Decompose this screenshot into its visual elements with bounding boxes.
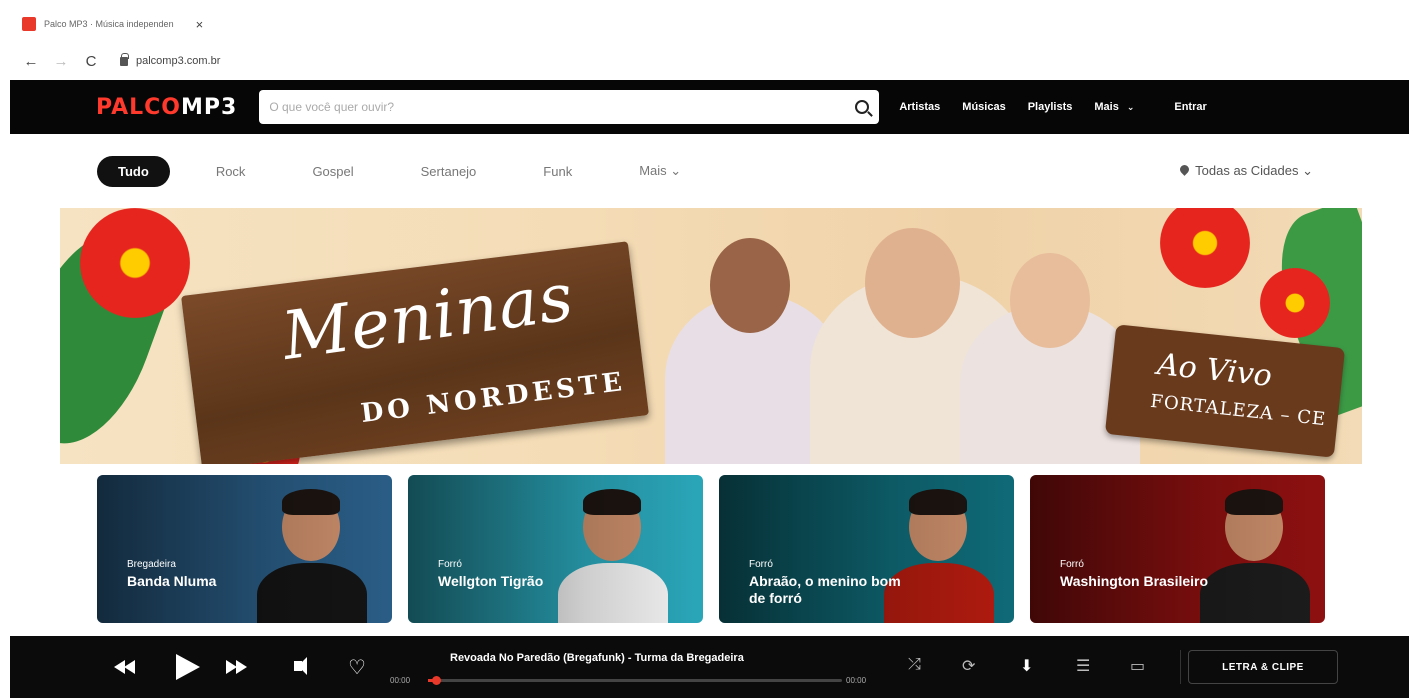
live-tag [1104, 324, 1346, 458]
card-genre: Forró [1060, 559, 1084, 570]
genre-pill-all[interactable]: Tudo [97, 155, 170, 187]
volume-icon[interactable] [294, 657, 307, 675]
heart-icon[interactable]: ♡ [348, 655, 366, 680]
divider [1180, 650, 1181, 684]
previous-track-icon[interactable] [114, 660, 136, 674]
card-overlay [1030, 475, 1325, 623]
card-title: Abraão, o menino bom de forró [749, 573, 901, 606]
singer-image [710, 238, 790, 333]
nav-more[interactable]: Mais ⌄ [1094, 101, 1134, 113]
palco-favicon-icon [22, 17, 36, 31]
lyrics-clip-button[interactable]: LETRA & CLIPE [1188, 650, 1338, 684]
nav-playlists[interactable]: Playlists [1028, 101, 1073, 113]
flower-decoration [1160, 208, 1250, 288]
card-genre: Forró [749, 559, 773, 570]
flower-decoration [80, 208, 190, 318]
artist-cards: Bregadeira Banda Nluma Forró Wellgton Ti… [97, 475, 1325, 623]
genre-pill-funk[interactable]: Funk [522, 156, 593, 187]
tab-title: Palco MP3 · Música independen [44, 19, 174, 29]
genre-pill-sertanejo[interactable]: Sertanejo [400, 156, 498, 187]
artist-card[interactable]: Bregadeira Banda Nluma [97, 475, 392, 623]
url-field[interactable]: palcomp3.com.br [120, 52, 221, 67]
card-title: Banda Nluma [127, 573, 217, 589]
card-title: Wellgton Tigrão [438, 573, 544, 589]
search-box [259, 90, 880, 124]
time-total: 00:00 [846, 676, 867, 685]
city-label: Todas as Cidades ⌄ [1195, 163, 1313, 178]
nav-songs[interactable]: Músicas [962, 101, 1005, 113]
main-nav: Artistas Músicas Playlists Mais ⌄ [899, 101, 1134, 113]
artist-card[interactable]: Forró Washington Brasileiro [1030, 475, 1325, 623]
url-text: palcomp3.com.br [136, 55, 221, 67]
download-icon[interactable]: ⬇ [1020, 656, 1033, 676]
card-title: Washington Brasileiro [1060, 573, 1209, 589]
genre-filter: Tudo Rock Gospel Sertanejo Funk Mais ⌄ [97, 154, 727, 188]
repeat-icon[interactable]: ⟳ [962, 656, 975, 676]
forward-icon[interactable]: → [46, 53, 76, 70]
play-icon[interactable] [176, 654, 200, 680]
back-icon[interactable]: ← [16, 53, 46, 70]
lock-icon [120, 52, 129, 66]
cast-icon[interactable]: ▭ [1130, 656, 1145, 676]
address-bar: ← → C palcomp3.com.br [0, 44, 1409, 78]
card-genre: Forró [438, 559, 462, 570]
singer-image [865, 228, 960, 338]
logo-mp3-text: MP3 [181, 94, 238, 120]
featured-banner[interactable]: Meninas DO NORDESTE Ao Vivo FORTALEZA – … [60, 208, 1362, 464]
genre-pill-gospel[interactable]: Gospel [291, 156, 374, 187]
search-input[interactable] [269, 100, 856, 114]
location-pin-icon [1180, 165, 1189, 177]
genre-pill-more[interactable]: Mais ⌄ [618, 155, 702, 187]
city-selector[interactable]: Todas as Cidades ⌄ [1180, 163, 1313, 179]
palco-mp3-logo[interactable]: PALCOMP3 [96, 95, 237, 120]
tab-close-icon[interactable]: × [196, 17, 204, 32]
chevron-down-icon: ⌄ [1126, 102, 1135, 112]
artist-card[interactable]: Forró Abraão, o menino bom de forró [719, 475, 1014, 623]
singer-image [1010, 253, 1090, 348]
card-overlay [408, 475, 703, 623]
login-link[interactable]: Entrar [1174, 101, 1206, 113]
progress-bar[interactable] [428, 676, 842, 685]
card-genre: Bregadeira [127, 559, 176, 570]
nav-more-label: Mais [1094, 101, 1119, 113]
shuffle-icon[interactable]: ⤮ [908, 656, 921, 674]
flower-decoration [1260, 268, 1330, 338]
artist-card[interactable]: Forró Wellgton Tigrão [408, 475, 703, 623]
reload-icon[interactable]: C [76, 53, 106, 70]
next-track-icon[interactable] [226, 660, 248, 674]
nav-artists[interactable]: Artistas [899, 101, 940, 113]
card-overlay [97, 475, 392, 623]
search-icon[interactable] [855, 100, 870, 114]
progress-handle[interactable] [432, 676, 442, 685]
queue-icon[interactable]: ☰ [1076, 656, 1090, 676]
logo-palco-text: PALCO [96, 94, 181, 120]
browser-tab[interactable]: Palco MP3 · Música independen × [22, 12, 203, 36]
time-current: 00:00 [390, 676, 411, 685]
player-bar: ♡ Revoada No Paredão (Bregafunk) - Turma… [10, 636, 1409, 698]
site-header: PALCOMP3 Artistas Músicas Playlists Mais… [10, 80, 1409, 134]
track-title: Revoada No Paredão (Bregafunk) - Turma d… [450, 652, 744, 664]
genre-pill-rock[interactable]: Rock [195, 156, 267, 187]
browser-tab-bar: Palco MP3 · Música independen × [0, 0, 1409, 44]
